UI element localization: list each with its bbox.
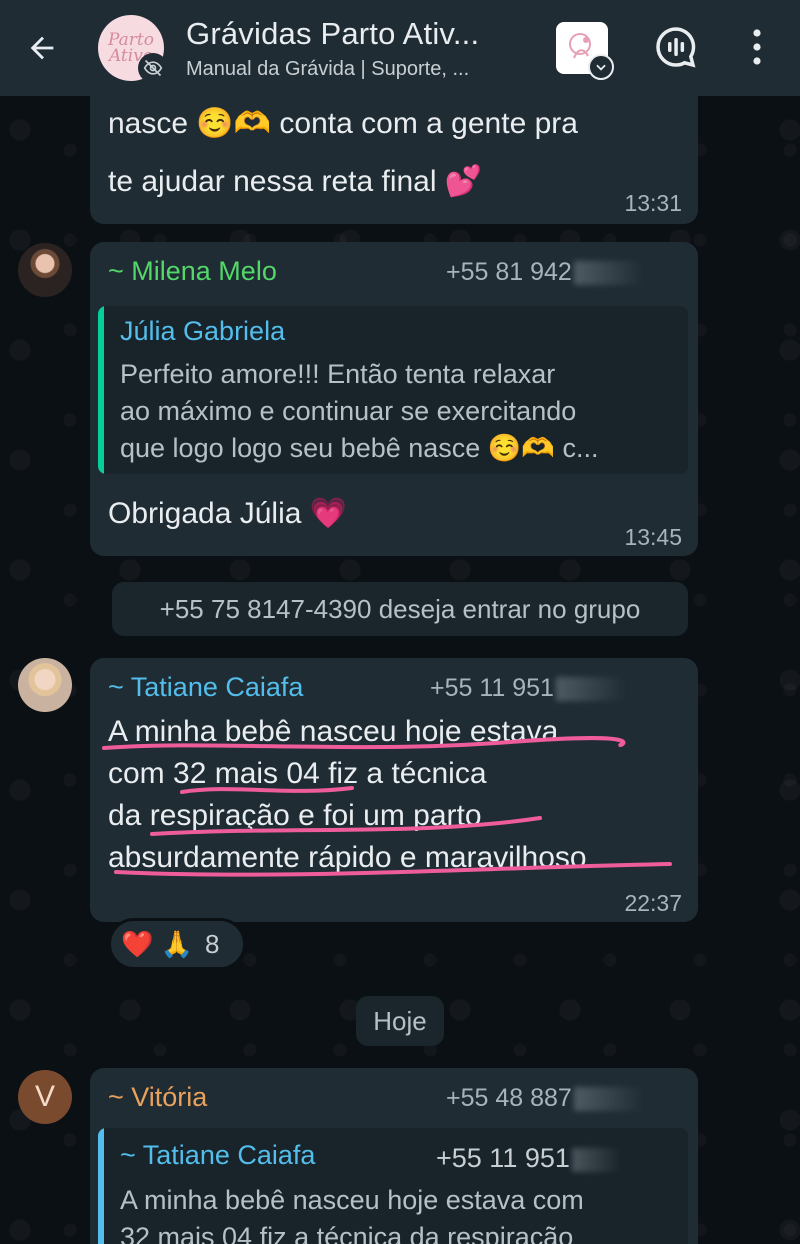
chat-header: Parto Ativo Grávidas Parto Ativ... Manua… <box>0 0 800 96</box>
quote-author: ~ Tatiane Caiafa <box>120 1140 316 1170</box>
quote-phone: +55 11 951 <box>436 1140 622 1177</box>
message-text-line: com 32 mais 04 fiz a técnica <box>108 757 487 790</box>
quote-bar <box>98 1128 104 1244</box>
avatar[interactable] <box>18 658 72 712</box>
message-bubble[interactable]: ~ Tatiane Caiafa +55 11 951 A minha bebê… <box>90 658 698 922</box>
sender-name[interactable]: ~ Tatiane Caiafa <box>108 672 303 703</box>
redacted-blur <box>573 1087 644 1112</box>
sender-name[interactable]: ~ Milena Melo <box>108 256 277 287</box>
message-bubble[interactable]: nasce ☺️🫶 conta com a gente pra te ajuda… <box>90 84 698 224</box>
chevron-down-icon <box>588 54 614 80</box>
more-options-button[interactable] <box>740 24 774 70</box>
message-time: 13:45 <box>624 524 682 550</box>
quoted-message[interactable]: Júlia Gabriela Perfeito amore!!! Então t… <box>98 306 688 474</box>
community-button[interactable] <box>556 22 614 80</box>
group-subtitle: Manual da Grávida | Suporte, ... <box>186 57 470 80</box>
more-vertical-icon <box>753 29 761 65</box>
redacted-blur <box>571 1147 622 1172</box>
muted-badge <box>138 53 168 83</box>
group-avatar[interactable]: Parto Ativo <box>98 15 168 83</box>
quote-text-line: ao máximo e continuar se exercitando <box>120 396 577 426</box>
system-notice-text: +55 75 8147-4390 deseja entrar no grupo <box>159 593 641 624</box>
date-divider: Hoje <box>356 996 444 1046</box>
redacted-blur <box>555 677 626 702</box>
message-text-line: da respiração e foi um parto <box>108 799 482 832</box>
voice-call-button[interactable] <box>653 24 699 70</box>
message-text-line: nasce ☺️🫶 conta com a gente pra <box>108 107 578 140</box>
group-title: Grávidas Parto Ativ... <box>186 15 480 51</box>
quote-text-line: Perfeito amore!!! Então tenta relaxar <box>120 359 556 389</box>
system-notice: +55 75 8147-4390 deseja entrar no grupo <box>112 582 688 636</box>
avatar[interactable]: V <box>18 1070 72 1124</box>
sender-phone-text: +55 11 951 <box>430 674 554 702</box>
message-time: 22:37 <box>624 890 682 916</box>
message-text-line: absurdamente rápido e maravilhoso <box>108 841 587 874</box>
quote-text-line: 32 mais 04 fiz a técnica da respiração <box>120 1222 574 1244</box>
reaction-emojis: ❤️ 🙏 <box>121 928 193 959</box>
sender-phone: +55 11 951 <box>430 674 626 703</box>
quoted-message[interactable]: ~ Tatiane Caiafa +55 11 951 A minha bebê… <box>98 1128 688 1244</box>
redacted-blur <box>573 261 644 286</box>
message-text-line: te ajudar nessa reta final 💕 <box>108 165 483 198</box>
arrow-left-icon <box>30 36 54 60</box>
sender-phone: +55 48 887 <box>446 1084 644 1113</box>
message-bubble[interactable]: ~ Vitória +55 48 887 ~ Tatiane Caiafa +5… <box>90 1068 698 1244</box>
message-text-line: A minha bebê nasceu hoje estava <box>108 715 559 748</box>
sender-name[interactable]: ~ Vitória <box>108 1082 207 1113</box>
eye-off-icon <box>143 59 163 77</box>
reactions-pill[interactable]: ❤️ 🙏 8 <box>108 918 246 970</box>
avatar-letter: V <box>34 1080 55 1113</box>
sender-phone-text: +55 81 942 <box>446 258 572 286</box>
sender-phone-text: +55 48 887 <box>446 1084 572 1112</box>
quote-bar <box>98 306 104 474</box>
quote-author: Júlia Gabriela <box>120 316 286 346</box>
voice-call-icon <box>656 27 696 68</box>
message-time: 13:31 <box>624 190 682 216</box>
message-text: Obrigada Júlia 💗 <box>108 497 348 530</box>
header-info[interactable]: Grávidas Parto Ativ... Manual da Grávida… <box>186 16 526 81</box>
avatar[interactable] <box>18 243 72 297</box>
sender-phone: +55 81 942 <box>446 258 644 287</box>
quote-phone-text: +55 11 951 <box>436 1143 570 1173</box>
back-button[interactable] <box>12 0 72 96</box>
date-divider-text: Hoje <box>373 1005 427 1036</box>
quote-text-line: que logo logo seu bebê nasce ☺️🫶 c... <box>120 433 599 463</box>
quote-text-line: A minha bebê nasceu hoje estava com <box>120 1185 584 1215</box>
message-bubble[interactable]: ~ Milena Melo +55 81 942 Júlia Gabriela … <box>90 242 698 556</box>
reaction-count: 8 <box>204 928 220 959</box>
